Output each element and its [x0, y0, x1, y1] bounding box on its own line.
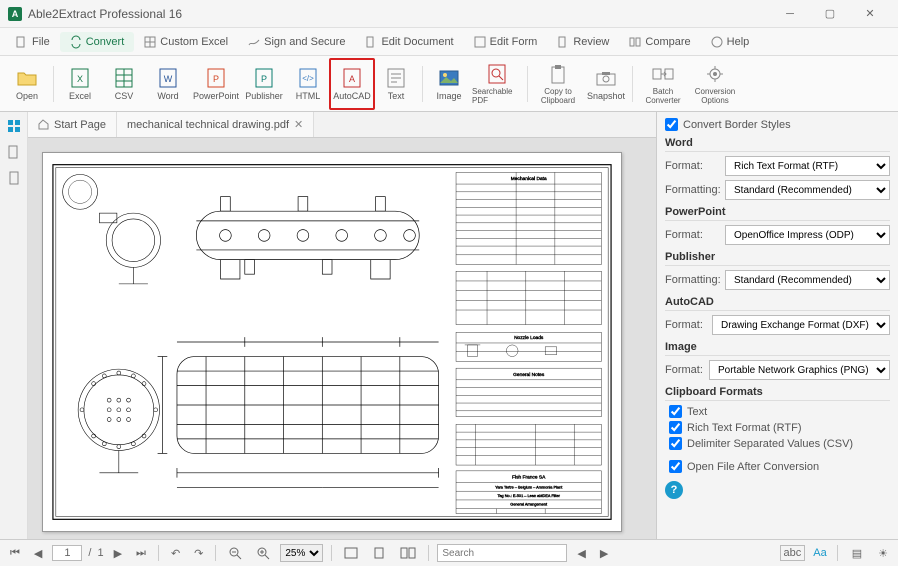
left-rail [0, 112, 28, 539]
bookmarks-icon[interactable] [6, 144, 22, 160]
chk-clip-text[interactable] [669, 405, 682, 418]
menu-convert[interactable]: Convert [60, 32, 135, 52]
chk-convert-border-styles[interactable] [665, 118, 678, 131]
svg-text:X: X [77, 74, 83, 84]
select-word-formatting[interactable]: Standard (Recommended) [725, 180, 890, 200]
tool-autocad[interactable]: AAutoCAD [331, 60, 373, 108]
tab-document[interactable]: mechanical technical drawing.pdf✕ [117, 112, 314, 137]
svg-text:P: P [261, 74, 267, 84]
menu-help[interactable]: Help [701, 32, 760, 52]
conversion-options-panel: Convert Border Styles Word Format:Rich T… [656, 112, 898, 539]
svg-text:P: P [213, 74, 219, 84]
page-number-input[interactable]: 1 [52, 545, 82, 561]
tab-close-icon[interactable]: ✕ [294, 118, 303, 131]
page-total: 1 [97, 547, 103, 559]
minimize-button[interactable]: ─ [770, 1, 810, 27]
close-button[interactable]: ✕ [850, 1, 890, 27]
first-page-button[interactable]: ⏮ [6, 545, 24, 562]
section-powerpoint: PowerPoint [665, 206, 890, 221]
tool-word[interactable]: WWord [147, 60, 189, 108]
title-bar: A Able2Extract Professional 16 ─ ▢ ✕ [0, 0, 898, 28]
tool-excel[interactable]: XExcel [59, 60, 101, 108]
menu-review[interactable]: Review [547, 32, 619, 52]
attachments-icon[interactable] [6, 170, 22, 186]
rotate-cw-button[interactable]: ↷ [190, 545, 207, 562]
rotate-ccw-button[interactable]: ↶ [167, 545, 184, 562]
tool-powerpoint[interactable]: PPowerPoint [191, 60, 241, 108]
svg-text:A: A [349, 74, 355, 84]
search-prev-button[interactable]: ◀ [573, 545, 589, 562]
help-icon[interactable]: ? [665, 481, 683, 499]
last-page-button[interactable]: ⏭ [132, 545, 150, 562]
document-tabs: Start Page mechanical technical drawing.… [28, 112, 656, 138]
svg-text:Nozzle Loads: Nozzle Loads [514, 335, 544, 341]
menu-sign-secure[interactable]: Sign and Secure [238, 32, 355, 52]
tool-batch-converter[interactable]: Batch Converter [638, 60, 688, 108]
menu-custom-excel[interactable]: Custom Excel [134, 32, 238, 52]
svg-text:W: W [164, 74, 173, 84]
search-input[interactable] [437, 544, 567, 562]
section-autocad: AutoCAD [665, 296, 890, 311]
pdf-page: Mechanical Data Nozzle Loads [42, 152, 622, 532]
svg-text:</>: </> [302, 74, 314, 83]
menu-file[interactable]: File [6, 32, 60, 52]
chk-clip-csv[interactable] [669, 437, 682, 450]
prev-page-button[interactable]: ◀ [30, 545, 46, 562]
select-image-format[interactable]: Portable Network Graphics (PNG) [709, 360, 890, 380]
fit-width-icon[interactable] [340, 545, 362, 561]
document-viewport[interactable]: Mechanical Data Nozzle Loads [28, 138, 656, 539]
zoom-in-button[interactable] [252, 544, 274, 562]
two-page-icon[interactable] [396, 545, 420, 561]
section-word: Word [665, 137, 890, 152]
tool-conversion-options[interactable]: Conversion Options [690, 60, 740, 108]
app-title: Able2Extract Professional 16 [28, 7, 770, 21]
chk-open-after[interactable] [669, 460, 682, 473]
tool-open[interactable]: Open [6, 60, 48, 108]
case-sensitive-toggle[interactable]: Aa [813, 547, 826, 559]
select-autocad-format[interactable]: Drawing Exchange Format (DXF) [712, 315, 890, 335]
whole-word-toggle[interactable]: abc [780, 545, 806, 561]
toolbar: Open XExcel CSV WWord PPowerPoint PPubli… [0, 56, 898, 112]
next-page-button[interactable]: ▶ [110, 545, 126, 562]
menu-edit-document[interactable]: Edit Document [355, 32, 463, 52]
svg-text:Tag No.: E-501 – Lean aMDEA Fi: Tag No.: E-501 – Lean aMDEA Filter [497, 493, 560, 498]
collapse-panel-icon[interactable]: ▤ [848, 545, 866, 562]
app-icon: A [8, 7, 22, 21]
zoom-out-button[interactable] [224, 544, 246, 562]
svg-text:Yara Tertre – Belgium – Ammoni: Yara Tertre – Belgium – Ammonia Plant [495, 484, 563, 489]
tool-image[interactable]: Image [428, 60, 470, 108]
status-bar: ⏮ ◀ 1 / 1 ▶ ⏭ ↶ ↷ 25% ◀ ▶ abc Aa ▤ ☀ [0, 539, 898, 566]
tab-start-page[interactable]: Start Page [28, 112, 117, 137]
tool-snapshot[interactable]: Snapshot [585, 60, 627, 108]
svg-text:General Notes: General Notes [513, 372, 545, 378]
thumbnails-icon[interactable] [6, 118, 22, 134]
tool-text[interactable]: Text [375, 60, 417, 108]
search-next-button[interactable]: ▶ [596, 545, 612, 562]
section-image: Image [665, 341, 890, 356]
fit-page-icon[interactable] [368, 545, 390, 561]
zoom-select[interactable]: 25% [280, 544, 323, 562]
tool-csv[interactable]: CSV [103, 60, 145, 108]
chk-clip-rtf[interactable] [669, 421, 682, 434]
select-pp-format[interactable]: OpenOffice Impress (ODP) [725, 225, 890, 245]
svg-text:General Arrangement: General Arrangement [510, 502, 548, 507]
theme-icon[interactable]: ☀ [874, 545, 892, 562]
select-pub-formatting[interactable]: Standard (Recommended) [725, 270, 890, 290]
section-clipboard: Clipboard Formats [665, 386, 890, 401]
maximize-button[interactable]: ▢ [810, 1, 850, 27]
menu-bar: File Convert Custom Excel Sign and Secur… [0, 28, 898, 56]
menu-edit-form[interactable]: Edit Form [464, 32, 548, 52]
menu-compare[interactable]: Compare [619, 32, 700, 52]
section-publisher: Publisher [665, 251, 890, 266]
tool-copy-clipboard[interactable]: Copy to Clipboard [533, 60, 583, 108]
svg-text:Fish France SA: Fish France SA [512, 475, 546, 481]
select-word-format[interactable]: Rich Text Format (RTF) [725, 156, 890, 176]
tool-publisher[interactable]: PPublisher [243, 60, 285, 108]
tool-html[interactable]: </>HTML [287, 60, 329, 108]
tool-searchable-pdf[interactable]: Searchable PDF [472, 60, 522, 108]
